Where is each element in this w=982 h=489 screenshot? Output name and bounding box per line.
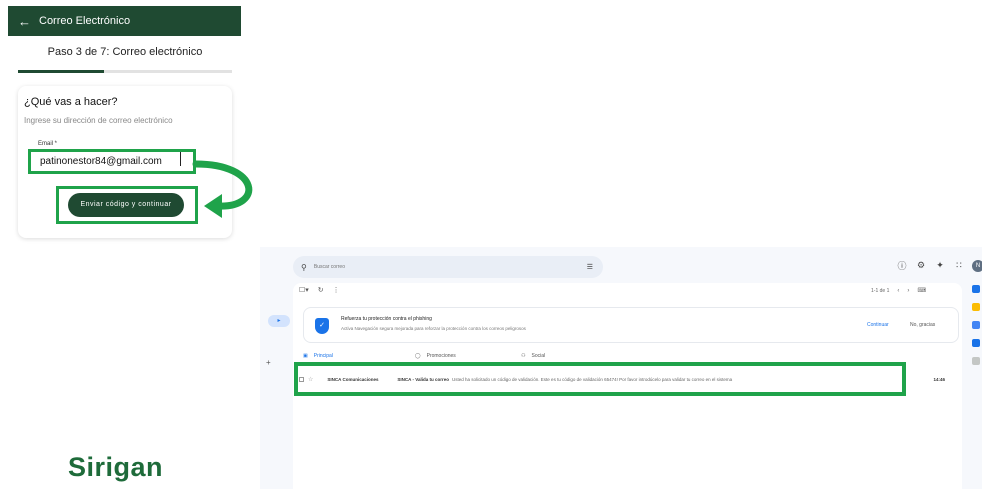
next-page-icon[interactable]: ›: [907, 288, 909, 294]
select-checkbox-icon[interactable]: ☐▾: [299, 286, 309, 294]
dismiss-button[interactable]: No, gracias: [910, 322, 935, 328]
mail-content: ☐▾ ↻ ⋮ 1-1 de 1 ‹ › ⌨ ✓ Refuerza tu prot…: [293, 283, 962, 489]
people-icon: ⚇: [521, 353, 526, 359]
refresh-icon[interactable]: ↻: [318, 286, 324, 294]
email-row[interactable]: ☆ SINCA Comunicaciones SINCA - Valida tu…: [299, 373, 959, 385]
apps-icon[interactable]: ∷: [953, 260, 965, 271]
inbox-rail-icon[interactable]: ▸: [268, 315, 290, 327]
question-hint: Ingrese su dirección de correo electróni…: [24, 116, 173, 125]
plus-icon[interactable]: +: [266, 358, 271, 367]
tag-icon: ◯: [415, 353, 421, 359]
email-label: Email *: [38, 141, 58, 147]
tab-principal[interactable]: ▣ Principal: [303, 353, 333, 359]
phishing-banner: ✓ Refuerza tu protección contra el phish…: [303, 307, 959, 343]
settings-icon[interactable]: ⚙: [915, 260, 927, 271]
search-bar[interactable]: ⚲ ☰: [293, 256, 603, 278]
mail-window: ⚲ ☰ ⓘ ⚙ ✦ ∷ N ▸ + ☐▾ ↻ ⋮ 1-1 de 1 ‹ › ⌨ …: [260, 247, 982, 489]
email-field-highlight: [28, 149, 196, 174]
sirigan-logo: Sirigan: [68, 452, 164, 482]
row-checkbox[interactable]: [299, 376, 304, 382]
avatar[interactable]: N: [972, 259, 982, 272]
keyboard-icon[interactable]: ⌨: [917, 287, 926, 294]
question-title: ¿Qué vas a hacer?: [24, 96, 118, 108]
pager-text: 1-1 de 1: [871, 287, 890, 294]
filter-icon[interactable]: ☰: [587, 263, 593, 271]
help-icon[interactable]: ⓘ: [896, 259, 908, 272]
more-vert-icon[interactable]: ⋮: [333, 286, 340, 294]
calendar-icon[interactable]: [972, 285, 980, 293]
arrow-left-icon[interactable]: ←: [18, 15, 31, 28]
left-rail: ▸: [268, 315, 290, 327]
email-snippet: Usted ha solicitado un código de validac…: [452, 376, 733, 382]
sparkle-icon[interactable]: ✦: [934, 260, 946, 271]
text-caret: [180, 152, 181, 166]
progress-fill: [18, 70, 104, 73]
right-rail: [972, 285, 980, 365]
app-header: ← Correo Electrónico: [8, 6, 241, 36]
curved-arrow-icon: [192, 160, 253, 218]
header-title: Correo Electrónico: [39, 15, 131, 27]
contacts-icon[interactable]: [972, 339, 980, 347]
top-icons: ⓘ ⚙ ✦ ∷ N: [896, 259, 982, 272]
search-input[interactable]: [313, 264, 554, 270]
send-code-button[interactable]: Enviar código y continuar: [68, 193, 184, 217]
tab-social[interactable]: ⚇ Social: [521, 353, 545, 359]
tab-promociones[interactable]: ◯ Promociones: [415, 353, 456, 359]
add-apps-icon[interactable]: [972, 357, 980, 365]
email-sender: SINCA Comunicaciones: [327, 376, 379, 382]
search-icon[interactable]: ⚲: [301, 263, 307, 272]
step-title: Paso 3 de 7: Correo electrónico: [47, 46, 203, 58]
email-time: 14:46: [933, 376, 945, 382]
email-subject: SINCA - Valida tu correo: [397, 376, 449, 382]
tasks-icon[interactable]: [972, 321, 980, 329]
prev-page-icon[interactable]: ‹: [897, 288, 899, 294]
pager: 1-1 de 1 ‹ › ⌨: [871, 287, 926, 295]
continue-button[interactable]: Continuar: [867, 322, 889, 328]
progress-bar: [18, 70, 232, 73]
inbox-icon: ▣: [303, 353, 308, 359]
banner-title: Refuerza tu protección contra el phishin…: [341, 316, 432, 322]
shield-icon: ✓: [315, 318, 329, 334]
star-icon[interactable]: ☆: [308, 376, 313, 383]
keep-icon[interactable]: [972, 303, 980, 311]
mail-toolbar: ☐▾ ↻ ⋮: [299, 286, 340, 294]
email-field[interactable]: [40, 156, 193, 167]
banner-text: Activa Navegación segura mejorada para r…: [341, 326, 526, 331]
